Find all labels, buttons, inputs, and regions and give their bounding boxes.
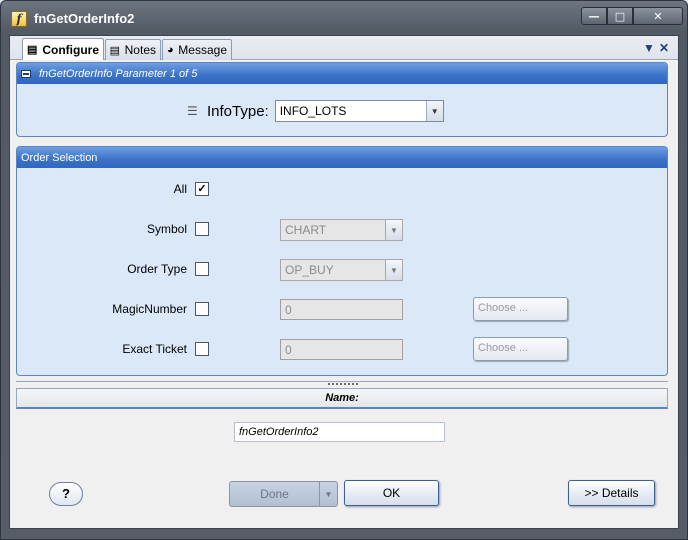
magic-number-checkbox[interactable] [195, 302, 209, 316]
order-type-label: Order Type [127, 262, 187, 276]
done-button-label[interactable]: Done [230, 482, 319, 506]
order-selection-panel: Order Selection All ✓ Symbol CHART ▼ Ord… [16, 146, 668, 376]
details-button[interactable]: >> Details [568, 480, 655, 506]
tab-label: Configure [42, 42, 99, 57]
globe-icon: ◕ [166, 44, 174, 56]
exact-ticket-row: Exact Ticket 0 Choose ... [17, 337, 667, 361]
magic-number-choose-button[interactable]: Choose ... [473, 297, 568, 321]
collapse-icon[interactable] [21, 69, 31, 78]
infotype-combo[interactable]: INFO_LOTS ▼ [274, 100, 444, 122]
infotype-row: ☰ InfoType: INFO_LOTS ▼ [187, 100, 444, 122]
list-icon: ☰ [187, 104, 198, 118]
magic-number-row: MagicNumber 0 Choose ... [17, 297, 667, 321]
maximize-icon: □ [614, 9, 626, 23]
symbol-checkbox[interactable] [195, 222, 209, 236]
chevron-down-icon[interactable]: ▼ [385, 260, 402, 280]
done-split-button[interactable]: Done ▼ [229, 481, 338, 507]
exact-ticket-input[interactable]: 0 [280, 339, 403, 360]
infotype-label: InfoType: [207, 102, 269, 120]
parameter-panel: fnGetOrderInfo Parameter 1 of 5 ☰ InfoTy… [16, 62, 668, 137]
help-button[interactable]: ? [49, 482, 83, 506]
parameter-panel-title: fnGetOrderInfo Parameter 1 of 5 [39, 67, 198, 80]
order-type-combo[interactable]: OP_BUY ▼ [280, 259, 403, 281]
tab-bar: ▤ Configure ▤ Notes ◕ Message ▼ ✕ [10, 36, 678, 60]
tab-dropdown-icon[interactable]: ▼ [643, 41, 655, 55]
chevron-down-icon[interactable]: ▼ [319, 482, 337, 506]
symbol-value: CHART [285, 223, 327, 237]
close-icon: ✕ [653, 9, 663, 23]
window-title: fnGetOrderInfo2 [34, 11, 135, 26]
order-selection-title: Order Selection [21, 151, 98, 164]
all-row: All ✓ [17, 179, 667, 201]
symbol-row: Symbol CHART ▼ [17, 219, 667, 241]
close-button[interactable]: ✕ [633, 7, 683, 25]
title-bar[interactable]: f fnGetOrderInfo2 — □ ✕ [1, 1, 687, 37]
chevron-down-icon[interactable]: ▼ [385, 220, 402, 240]
tab-label: Message [178, 43, 227, 57]
exact-ticket-label: Exact Ticket [122, 342, 187, 356]
function-icon: f [11, 11, 27, 27]
symbol-label: Symbol [146, 222, 187, 236]
tab-label: Notes [124, 43, 156, 57]
splitter-grip[interactable] [328, 383, 358, 386]
ok-button[interactable]: OK [344, 480, 439, 506]
parameter-panel-header: fnGetOrderInfo Parameter 1 of 5 [17, 63, 667, 84]
order-type-row: Order Type OP_BUY ▼ [17, 259, 667, 281]
notes-icon: ▤ [109, 44, 121, 57]
all-checkbox[interactable]: ✓ [195, 182, 209, 196]
exact-ticket-checkbox[interactable] [195, 342, 209, 356]
tab-notes[interactable]: ▤ Notes [105, 39, 161, 60]
minimize-button[interactable]: — [581, 7, 607, 25]
dialog-client: ▤ Configure ▤ Notes ◕ Message ▼ ✕ fnGetO… [9, 35, 679, 529]
all-label: All [173, 182, 187, 196]
magic-number-label: MagicNumber [112, 302, 187, 316]
tab-close-icon[interactable]: ✕ [659, 41, 669, 55]
order-type-value: OP_BUY [285, 263, 334, 277]
window-controls: — □ ✕ [581, 7, 683, 25]
magic-number-input[interactable]: 0 [280, 299, 403, 320]
chevron-down-icon[interactable]: ▼ [425, 101, 443, 121]
exact-ticket-choose-button[interactable]: Choose ... [473, 337, 568, 361]
name-header: Name: [16, 388, 668, 409]
name-input[interactable]: fnGetOrderInfo2 [234, 422, 445, 442]
order-type-checkbox[interactable] [195, 262, 209, 276]
infotype-value: INFO_LOTS [279, 104, 347, 118]
symbol-combo[interactable]: CHART ▼ [280, 219, 403, 241]
order-selection-header: Order Selection [17, 147, 667, 168]
tab-configure[interactable]: ▤ Configure [22, 38, 104, 60]
minimize-icon: — [588, 9, 600, 23]
configure-icon: ▤ [26, 44, 38, 56]
maximize-button[interactable]: □ [607, 7, 633, 25]
splitter[interactable] [16, 381, 668, 387]
dialog-window: f fnGetOrderInfo2 — □ ✕ ▤ Configure ▤ No… [0, 0, 688, 540]
tab-message[interactable]: ◕ Message [162, 39, 232, 60]
